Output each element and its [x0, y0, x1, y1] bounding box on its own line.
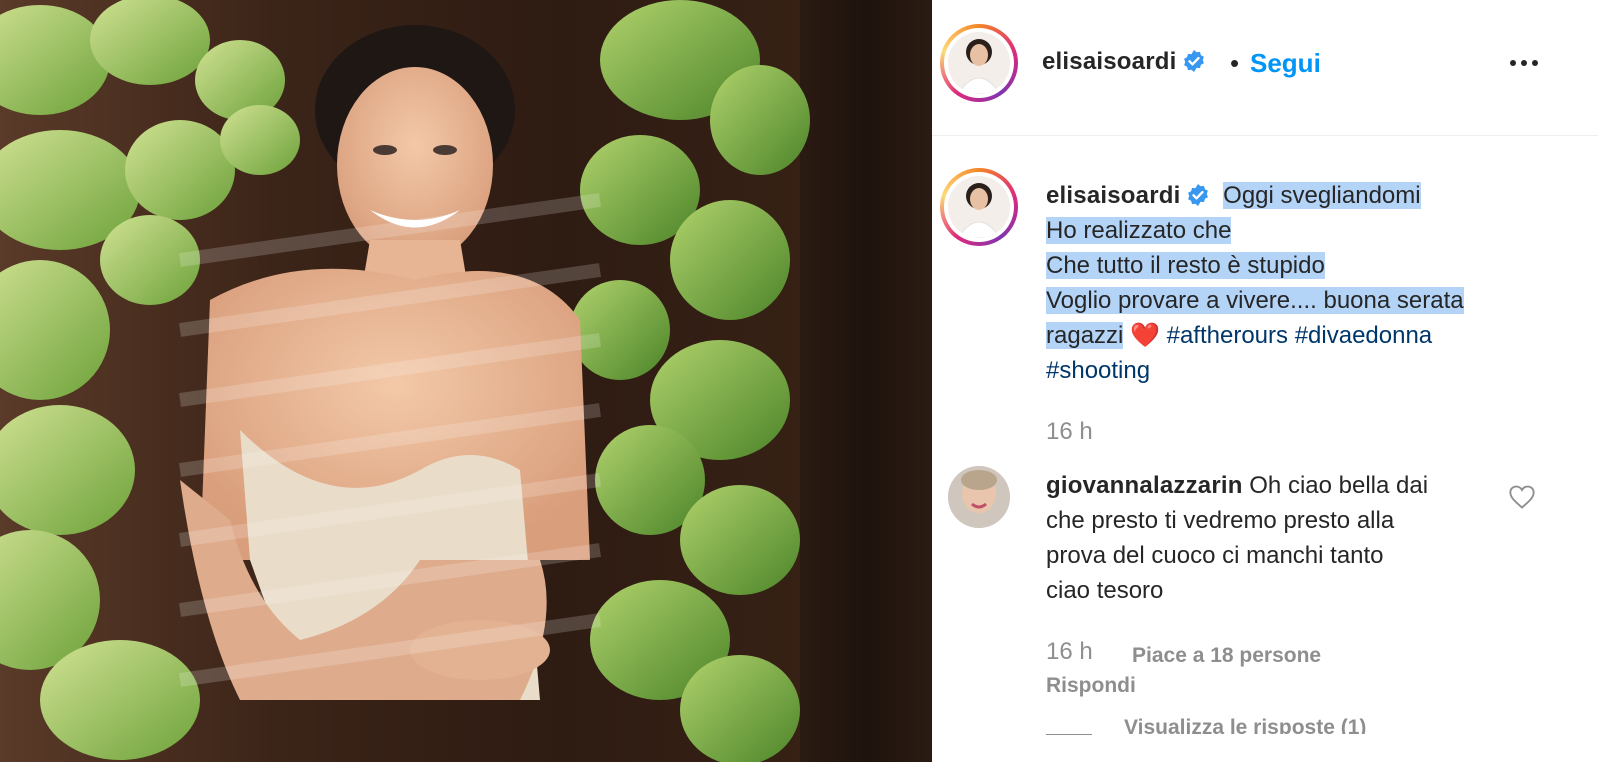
- caption-timestamp[interactable]: 16 h: [1046, 418, 1093, 446]
- author-avatar[interactable]: [940, 24, 1018, 102]
- comment-line-1: Oh ciao bella dai: [1249, 472, 1429, 499]
- caption-line-2: Ho realizzato che: [1046, 217, 1232, 244]
- photo-scene: [0, 0, 810, 762]
- view-replies-button[interactable]: Visualizza le risposte (1): [1124, 714, 1366, 734]
- caption-line-5: ragazzi: [1046, 322, 1124, 349]
- author-username-row[interactable]: elisaisoardi: [1042, 48, 1206, 76]
- comment-line-2: che presto ti vedremo presto alla: [1046, 507, 1395, 534]
- caption-avatar[interactable]: [940, 168, 1018, 246]
- post-header: elisaisoardi • Segui: [932, 0, 1598, 136]
- replies-divider: [1046, 734, 1092, 735]
- verified-badge-icon: [1184, 50, 1205, 72]
- post-caption: elisaisoardi Oggi svegliandomi Ho realiz…: [1046, 178, 1566, 388]
- verified-badge-icon: [1188, 184, 1209, 206]
- post-sidebar: elisaisoardi • Segui elisaisoardi Oggi s…: [932, 0, 1598, 762]
- more-options-icon[interactable]: [1506, 52, 1542, 72]
- comment-body: giovannalazzarin Oh ciao bella dai che p…: [1046, 468, 1516, 608]
- author-username[interactable]: elisaisoardi: [1042, 48, 1176, 75]
- separator-dot: •: [1230, 48, 1240, 78]
- caption-line-3: Che tutto il resto è stupido: [1046, 252, 1325, 279]
- hashtag-link[interactable]: #shooting: [1046, 357, 1150, 384]
- like-heart-icon[interactable]: [1508, 484, 1536, 510]
- reply-button[interactable]: Rispondi: [1046, 674, 1136, 698]
- follow-button[interactable]: Segui: [1250, 48, 1321, 79]
- commenter-username[interactable]: giovannalazzarin: [1046, 472, 1243, 499]
- comment-likes-count[interactable]: Piace a 18 persone: [1132, 644, 1321, 668]
- caption-username[interactable]: elisaisoardi: [1046, 182, 1180, 209]
- hashtag-link[interactable]: #aftherours: [1167, 322, 1288, 349]
- caption-line-4: Voglio provare a vivere.... buona serata: [1046, 287, 1464, 314]
- post-photo[interactable]: [0, 0, 932, 762]
- comment-line-4: ciao tesoro: [1046, 577, 1164, 604]
- commenter-avatar[interactable]: [948, 466, 1010, 528]
- heart-emoji-icon: ❤️: [1130, 322, 1160, 349]
- comment-timestamp[interactable]: 16 h: [1046, 638, 1093, 666]
- hashtag-link[interactable]: #divaedonna: [1295, 322, 1432, 349]
- caption-line-1: Oggi svegliandomi: [1223, 182, 1421, 209]
- comment-line-3: prova del cuoco ci manchi tanto: [1046, 542, 1384, 569]
